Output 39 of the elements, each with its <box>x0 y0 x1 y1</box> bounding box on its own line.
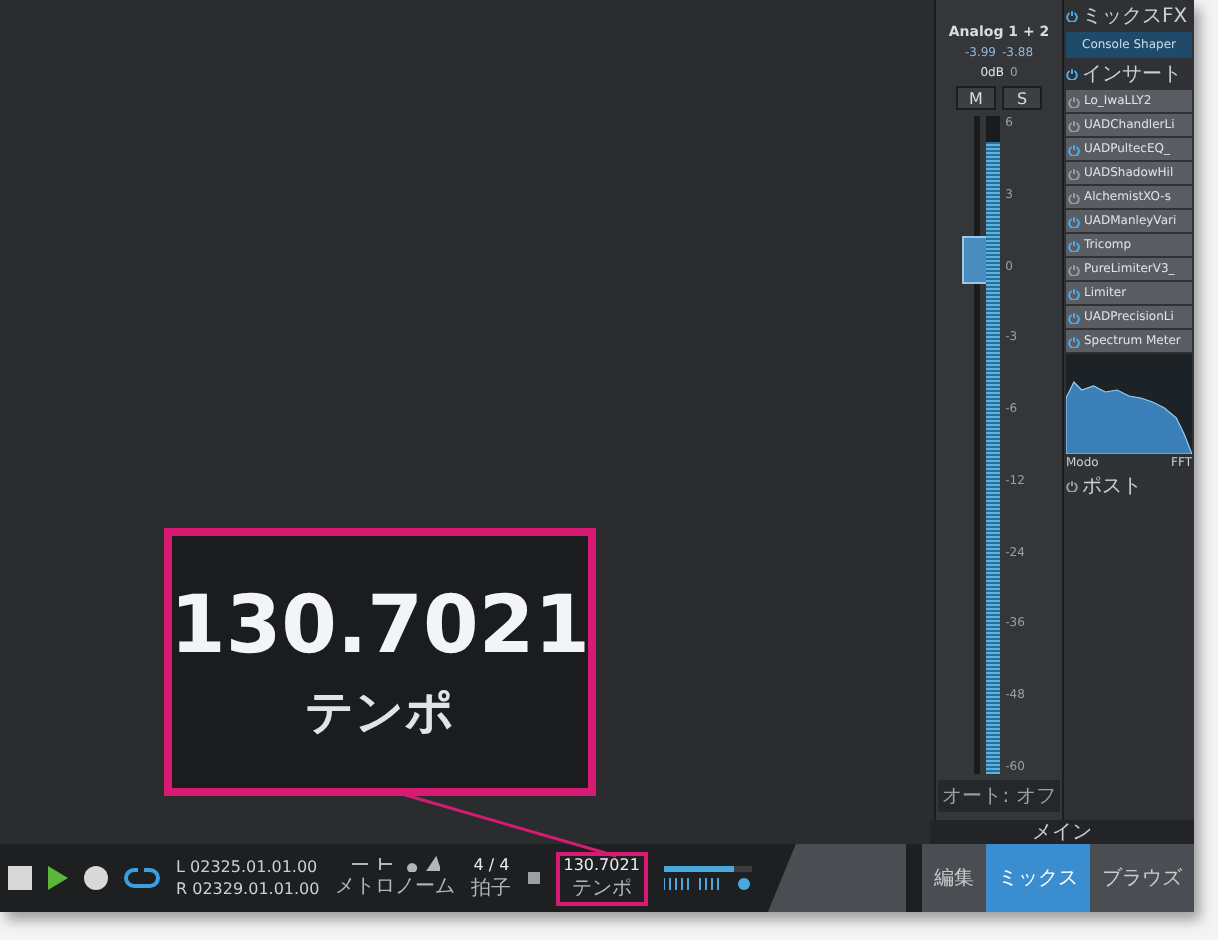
power-icon[interactable] <box>1068 119 1080 131</box>
solo-button[interactable]: S <box>1002 86 1042 110</box>
cpu-meter <box>663 866 752 872</box>
power-icon[interactable] <box>1068 215 1080 227</box>
mute-button[interactable]: M <box>956 86 996 110</box>
power-icon[interactable] <box>1068 263 1080 275</box>
play-icon[interactable] <box>48 866 68 890</box>
insert-header: インサート <box>1082 62 1182 88</box>
right-locator: R 02329.01.01.00 <box>176 878 320 900</box>
loop-icon[interactable] <box>124 866 160 890</box>
record-icon[interactable] <box>84 866 108 890</box>
view-tab[interactable]: ブラウズ <box>1090 844 1194 912</box>
time-signature[interactable]: 4 / 4 <box>473 855 510 873</box>
bus-label: メイン <box>1032 820 1092 846</box>
power-icon[interactable] <box>1068 167 1080 179</box>
signature-label: 拍子 <box>471 875 512 901</box>
tempo-display[interactable]: 130.7021 テンポ <box>555 851 648 905</box>
grid-icon[interactable] <box>527 872 540 884</box>
power-icon[interactable] <box>1068 191 1080 203</box>
power-icon[interactable] <box>1066 68 1078 80</box>
post-header: ポスト <box>1082 474 1142 500</box>
panel-title: ミックスFX <box>1082 4 1188 30</box>
power-icon[interactable] <box>1068 311 1080 323</box>
left-locator: L 02325.01.01.00 <box>176 856 320 878</box>
view-tab[interactable]: 編集 <box>922 844 986 912</box>
power-icon[interactable] <box>1068 239 1080 251</box>
transport-panel <box>767 844 906 912</box>
power-icon[interactable] <box>1066 10 1078 22</box>
view-tab[interactable]: ミックス <box>986 844 1090 912</box>
power-icon[interactable] <box>1066 480 1078 492</box>
power-icon[interactable] <box>1068 95 1080 107</box>
metronome-label[interactable]: メトロノーム <box>335 872 456 900</box>
tempo-label: テンポ <box>305 682 455 744</box>
power-icon[interactable] <box>1068 335 1080 347</box>
power-icon[interactable] <box>1068 287 1080 299</box>
performance-meter-drawing <box>663 878 752 890</box>
power-icon[interactable] <box>1068 143 1080 155</box>
tempo-value: 130.7021 <box>169 580 591 672</box>
automation-button[interactable]: オート: オフ <box>938 780 1060 812</box>
